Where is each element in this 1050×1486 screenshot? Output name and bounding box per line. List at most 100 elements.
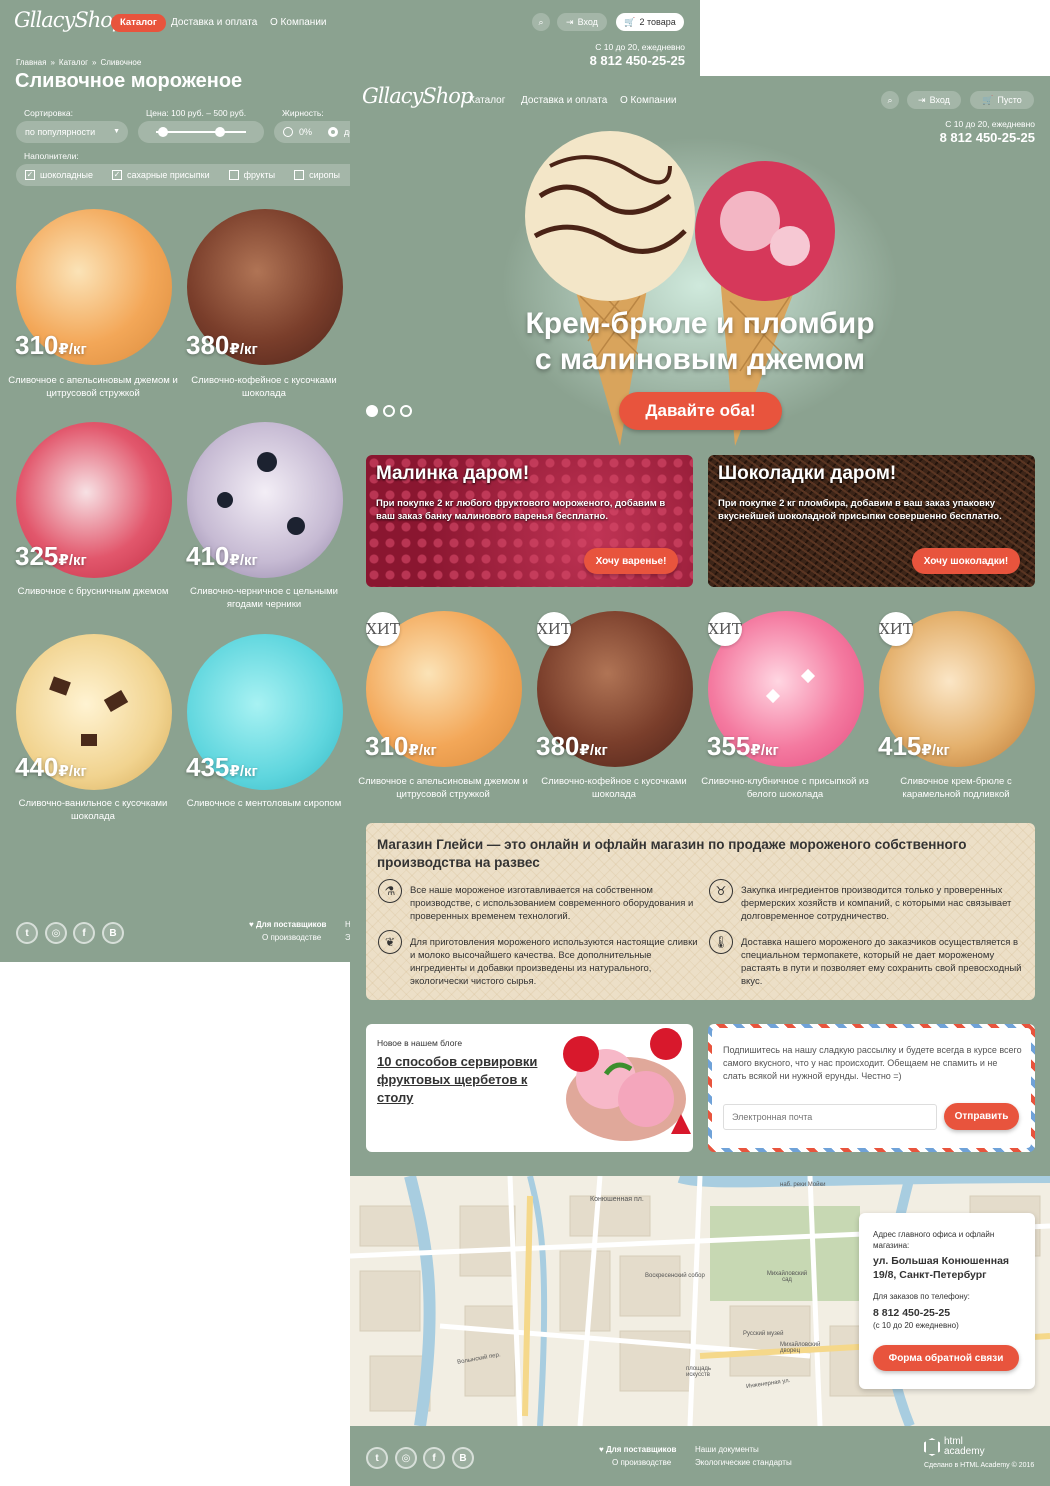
cart-button[interactable]: 🛒 2 товара bbox=[616, 13, 684, 31]
nav-catalog[interactable]: Каталог bbox=[111, 14, 166, 32]
work-hours: С 10 до 20, ежедневно bbox=[595, 42, 685, 52]
nav-about[interactable]: О Компании bbox=[270, 17, 327, 28]
phone[interactable]: 8 812 450-25-25 bbox=[940, 130, 1035, 145]
work-hours: С 10 до 20, ежедневно bbox=[945, 119, 1035, 129]
login-button[interactable]: ⇥ Вход bbox=[907, 91, 961, 109]
blog-link[interactable]: 10 способов сервировки фруктовых щербето… bbox=[377, 1053, 552, 1107]
academy-logo[interactable]: html academy bbox=[924, 1437, 989, 1457]
hit-badge: ХИТ bbox=[366, 612, 400, 646]
product-name[interactable]: Сливочно-кофейное с кусочками шоколада bbox=[179, 374, 349, 400]
promo-text: При покупке 2 кг любого фруктового морож… bbox=[376, 498, 666, 522]
blog-label: Новое в нашем блоге bbox=[377, 1038, 463, 1048]
checkbox-syrups[interactable] bbox=[294, 170, 305, 180]
vk-icon[interactable]: B bbox=[102, 922, 124, 944]
checkbox-sprinkles[interactable]: ✓ bbox=[112, 170, 123, 180]
logo[interactable]: GllacyShop bbox=[362, 84, 473, 108]
promo-raspberry[interactable]: Малинка даром! При покупке 2 кг любого ф… bbox=[366, 455, 693, 587]
promo-title: Шоколадки даром! bbox=[718, 463, 897, 484]
nav-delivery[interactable]: Доставка и оплата bbox=[171, 17, 257, 28]
twitter-icon[interactable]: t bbox=[16, 922, 38, 944]
cart-icon: 🛒 bbox=[982, 94, 994, 105]
slider-dot-1[interactable] bbox=[366, 405, 378, 417]
checkbox-chocolate[interactable]: ✓ bbox=[25, 170, 35, 180]
hero-cta-button[interactable]: Давайте оба! bbox=[619, 392, 782, 430]
vk-icon[interactable]: B bbox=[452, 1447, 474, 1469]
promo-title: Малинка даром! bbox=[376, 463, 530, 484]
product-price: 380₽/кг bbox=[536, 731, 608, 761]
instagram-icon[interactable]: ◎ bbox=[395, 1447, 417, 1469]
product-name[interactable]: Сливочно-ванильное с кусочками шоколада bbox=[8, 797, 178, 823]
about-section: Магазин Глейси — это онлайн и офлайн маг… bbox=[366, 823, 1035, 1000]
twitter-icon[interactable]: t bbox=[366, 1447, 388, 1469]
phone[interactable]: 8 812 450-25-25 bbox=[590, 53, 685, 68]
hit-badge: ХИТ bbox=[879, 612, 913, 646]
search-icon[interactable]: ⌕ bbox=[532, 13, 550, 31]
instagram-icon[interactable]: ◎ bbox=[45, 922, 67, 944]
email-input[interactable] bbox=[723, 1104, 937, 1130]
facebook-icon[interactable]: f bbox=[423, 1447, 445, 1469]
checkbox-fruits[interactable] bbox=[228, 170, 239, 180]
footer-production[interactable]: О производстве bbox=[262, 933, 321, 942]
nav-delivery[interactable]: Доставка и оплата bbox=[521, 95, 607, 106]
nav-catalog[interactable]: Каталог bbox=[469, 95, 505, 106]
chevron-down-icon: ▼ bbox=[113, 128, 120, 135]
cow-icon: ♉ bbox=[709, 879, 733, 903]
footer-documents[interactable]: Наши документы bbox=[695, 1445, 759, 1454]
blog-card[interactable]: Новое в нашем блоге 10 способов сервиров… bbox=[366, 1024, 693, 1152]
feature-text: Для приготовления мороженого используютс… bbox=[410, 937, 698, 987]
product-name[interactable]: Сливочное с ментоловым сиропом bbox=[179, 797, 349, 810]
radio-1[interactable] bbox=[328, 127, 339, 137]
product-name[interactable]: Сливочно-клубничное с присыпкой из белог… bbox=[700, 775, 870, 801]
footer-suppliers[interactable]: ♥ Для поставщиков bbox=[599, 1445, 676, 1454]
phone-label: Для заказов по телефону: bbox=[873, 1292, 970, 1301]
login-icon: ⇥ bbox=[566, 16, 574, 27]
address: ул. Большая Конюшенная 19/8, Санкт-Петер… bbox=[873, 1255, 1010, 1281]
feedback-button[interactable]: Форма обратной связи bbox=[873, 1345, 1019, 1371]
footer-suppliers[interactable]: ♥ Для поставщиков bbox=[249, 920, 326, 929]
promo-button[interactable]: Хочу варенье! bbox=[584, 548, 678, 574]
contact-phone[interactable]: 8 812 450-25-25 bbox=[873, 1307, 950, 1319]
subscribe-button[interactable]: Отправить bbox=[944, 1103, 1019, 1130]
product-price: 435₽/кг bbox=[186, 752, 258, 782]
slider-handle-max[interactable] bbox=[215, 127, 225, 137]
slider-handle-min[interactable] bbox=[158, 127, 168, 137]
search-icon[interactable]: ⌕ bbox=[881, 91, 899, 109]
breadcrumb-home[interactable]: Главная bbox=[16, 58, 46, 67]
login-icon: ⇥ bbox=[918, 94, 926, 105]
product-name[interactable]: Сливочно-кофейное с кусочками шоколада bbox=[529, 775, 699, 801]
promo-chocolate[interactable]: Шоколадки даром! При покупке 2 кг пломби… bbox=[708, 455, 1035, 587]
sort-select[interactable]: по популярности ▼ bbox=[16, 121, 128, 143]
map[interactable]: Конюшенная пл. Михайловский сад Воскресе… bbox=[350, 1176, 1050, 1426]
promo-button[interactable]: Хочу шоколадки! bbox=[912, 548, 1020, 574]
product-name[interactable]: Сливочное с брусничным джемом bbox=[8, 585, 178, 598]
cart-button[interactable]: 🛒 Пусто bbox=[970, 91, 1034, 109]
home-page: GllacyShop Каталог Доставка и оплата О К… bbox=[350, 76, 1050, 1486]
product-name[interactable]: Сливочное крем-брюле с карамельной подли… bbox=[871, 775, 1041, 801]
fillers-label: Наполнители: bbox=[24, 151, 79, 161]
heart-icon: ♥ bbox=[599, 1445, 604, 1454]
product-price: 440₽/кг bbox=[15, 752, 87, 782]
subscribe-text: Подпишитесь на нашу сладкую рассылку и б… bbox=[723, 1045, 1022, 1081]
about-title: Магазин Глейси — это онлайн и офлайн маг… bbox=[377, 837, 967, 870]
logo[interactable]: GllacyShop bbox=[14, 8, 125, 32]
factory-icon: ⚗ bbox=[378, 879, 402, 903]
facebook-icon[interactable]: f bbox=[73, 922, 95, 944]
page-title: Сливочное мороженое bbox=[15, 70, 243, 92]
nav-about[interactable]: О Компании bbox=[620, 95, 677, 106]
heart-icon: ♥ bbox=[249, 920, 254, 929]
blog-image bbox=[563, 1028, 691, 1141]
radio-0[interactable] bbox=[283, 127, 293, 137]
contact-hours: (с 10 до 20 ежедневно) bbox=[873, 1321, 959, 1330]
login-button[interactable]: ⇥ Вход bbox=[557, 13, 607, 31]
product-name[interactable]: Сливочное с апельсиновым джемом и цитрус… bbox=[8, 374, 178, 400]
price-slider[interactable] bbox=[138, 121, 264, 143]
breadcrumb-catalog[interactable]: Каталог bbox=[59, 58, 88, 67]
slider-dot-3[interactable] bbox=[400, 405, 412, 417]
product-price: 415₽/кг bbox=[878, 731, 950, 761]
product-name[interactable]: Сливочное с апельсиновым джемом и цитрус… bbox=[358, 775, 528, 801]
footer-eco[interactable]: Экологические стандарты bbox=[695, 1458, 792, 1467]
footer-production[interactable]: О производстве bbox=[612, 1458, 671, 1467]
slider-dot-2[interactable] bbox=[383, 405, 395, 417]
product-price: 310₽/кг bbox=[15, 330, 87, 360]
product-name[interactable]: Сливочно-черничное с цельными ягодами че… bbox=[179, 585, 349, 611]
